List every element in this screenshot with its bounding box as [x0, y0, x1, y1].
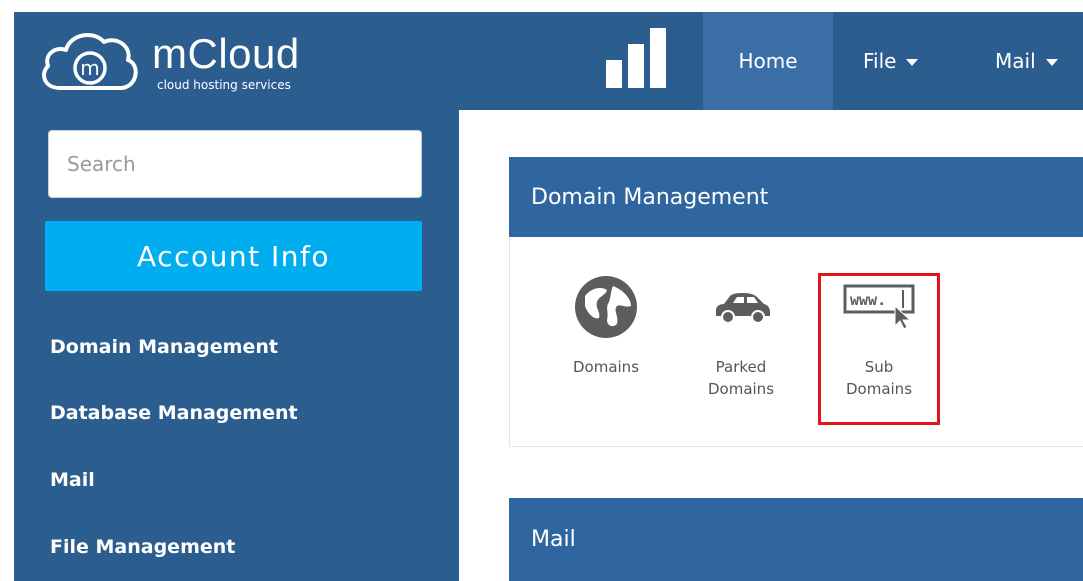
sidebar-item-domain-management[interactable]: Domain Management: [50, 336, 278, 358]
tile-parked-domains[interactable]: Parked Domains: [686, 272, 796, 400]
nav-home-label: Home: [738, 49, 798, 73]
search-input[interactable]: [48, 130, 422, 198]
logo-title: mCloud: [152, 30, 300, 77]
globe-icon: [575, 276, 637, 338]
logo[interactable]: m mCloud cloud hosting services: [38, 26, 358, 96]
bar-chart-icon[interactable]: [606, 28, 670, 88]
sidebar-item-database-management[interactable]: Database Management: [50, 402, 298, 424]
account-info-button[interactable]: Account Info: [45, 221, 422, 291]
sidebar-item-mail[interactable]: Mail: [50, 469, 95, 491]
app-frame: m mCloud cloud hosting services Home Fil…: [0, 0, 1083, 581]
panel-header-domain-management: Domain Management: [509, 157, 1083, 237]
nav-home[interactable]: Home: [703, 12, 833, 110]
car-icon: [716, 293, 770, 324]
tile-label-line1: Parked: [715, 358, 767, 376]
sidebar-item-file-management[interactable]: File Management: [50, 536, 235, 558]
panel-title: Mail: [531, 527, 576, 552]
nav-mail-dropdown[interactable]: Mail: [995, 12, 1058, 110]
tile-domains[interactable]: Domains: [551, 272, 661, 378]
panel-title: Domain Management: [531, 184, 769, 210]
nav-mail-label: Mail: [995, 49, 1036, 73]
nav-file-label: File: [863, 49, 897, 73]
cloud-logo-icon: m: [42, 33, 138, 90]
nav-file-dropdown[interactable]: File: [863, 12, 919, 110]
logo-letter: m: [80, 56, 99, 80]
sidebar: Account Info Domain Management Database …: [14, 110, 459, 581]
top-navbar: m mCloud cloud hosting services Home Fil…: [14, 12, 1083, 110]
panel-header-mail: Mail: [509, 498, 1083, 581]
highlight-box: [818, 273, 940, 425]
tile-label: Domains: [572, 358, 640, 376]
tile-label-line2: Domains: [707, 380, 775, 398]
caret-down-icon: [1045, 58, 1058, 66]
account-info-label: Account Info: [137, 239, 330, 273]
caret-down-icon: [906, 58, 919, 66]
logo-subtitle: cloud hosting services: [157, 78, 291, 92]
